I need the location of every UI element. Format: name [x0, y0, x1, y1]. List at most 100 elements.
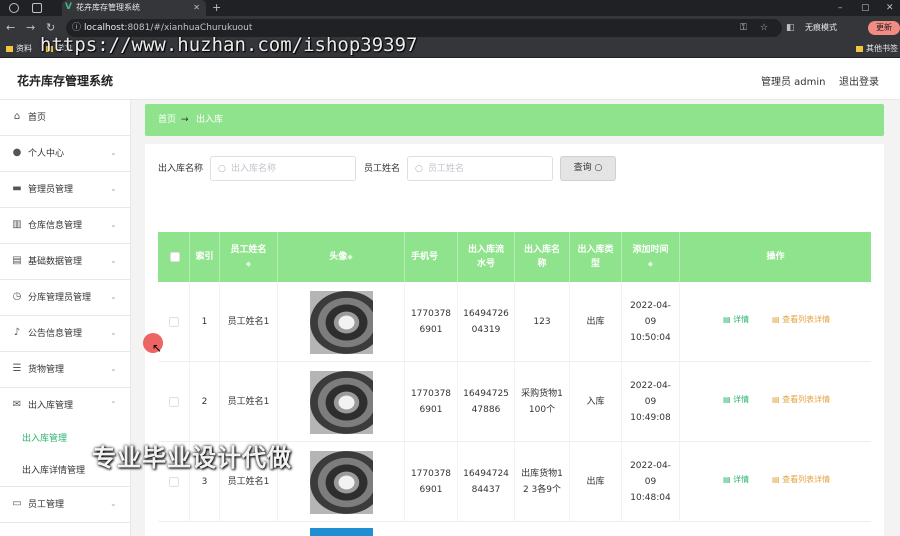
logout-link[interactable]: 退出登录 [839, 73, 879, 88]
search-icon: ○ [415, 164, 423, 174]
row-checkbox[interactable] [169, 397, 179, 407]
sidebar-item-goods[interactable]: ☰ 货物管理 ⌄ [0, 352, 131, 388]
chevron-down-icon: ⌄ [110, 328, 117, 337]
view-list-detail-button[interactable]: ▤ 查看列表详情 [772, 474, 830, 486]
browser-tab[interactable]: V 花卉库存管理系统 ✕ [62, 0, 206, 16]
cell-type: 入库 [570, 362, 622, 442]
sidebar-item-label: 出入库管理 [28, 401, 74, 411]
clock-icon: ◷ [12, 291, 22, 302]
table-row-partial [158, 522, 871, 536]
cell-phone: 17703786901 [405, 442, 458, 522]
sidebar-item-inout[interactable]: ✉ 出入库管理 ⌃ [0, 388, 131, 424]
chevron-up-icon: ⌃ [110, 400, 117, 409]
monitor-icon: ▬ [12, 183, 22, 194]
col-serial[interactable]: 出入库流水号 [458, 232, 515, 282]
cell-time: 2022-04-09 10:50:04 [622, 282, 680, 362]
col-avatar[interactable]: 头像 ◆ [278, 232, 405, 282]
cell-time: 2022-04-09 10:49:08 [622, 362, 680, 442]
chevron-down-icon: ⌄ [110, 148, 117, 157]
avatar [309, 370, 373, 434]
star-icon[interactable]: ☆ [760, 21, 768, 35]
minimize-icon[interactable]: – [838, 0, 843, 16]
back-icon[interactable]: ← [6, 20, 15, 36]
search-label-staff-name: 员工姓名 [364, 164, 401, 174]
search-label-inout-name: 出入库名称 [158, 164, 204, 174]
search-input-staff-name[interactable]: ○ 员工姓名 [407, 156, 553, 181]
query-button[interactable]: 查询 ○ [560, 156, 616, 181]
sidebar-subitem-label: 出入库详情管理 [22, 466, 86, 476]
col-staff-name[interactable]: 员工姓名 ◆ [220, 232, 278, 282]
document-icon: ▤ [12, 255, 22, 266]
cell-phone: 17703786901 [405, 362, 458, 442]
cell-inout-name: 出库货物1 2 3各9个 [515, 442, 570, 522]
new-tab-icon[interactable]: + [212, 0, 221, 16]
sidebar-item-branch-admins[interactable]: ◷ 分库管理员管理 ⌄ [0, 280, 131, 316]
detail-button[interactable]: ▤ 详情 [723, 394, 749, 406]
query-button-label: 查询 [573, 163, 592, 173]
maximize-icon[interactable]: ▢ [861, 0, 870, 16]
cell-type: 出库 [570, 442, 622, 522]
sidebar-item-warehouse[interactable]: ▥ 仓库信息管理 ⌄ [0, 208, 131, 244]
breadcrumb-arrow-icon: → [181, 115, 189, 125]
browser-menu-icon[interactable] [9, 3, 19, 13]
forward-icon[interactable]: → [26, 20, 35, 36]
detail-button[interactable]: ▤ 详情 [723, 474, 749, 486]
breadcrumb: 首页 → 出入库 [145, 104, 884, 136]
sidebar-item-staff[interactable]: ▭ 员工管理 ⌄ [0, 487, 131, 523]
sidebar-item-personal[interactable]: ● 个人中心 ⌄ [0, 136, 131, 172]
cell-staff-name: 员工姓名1 [220, 362, 278, 442]
col-time[interactable]: 添加时间 ◆ [622, 232, 680, 282]
folder-icon [6, 45, 13, 52]
cell-staff-name: 员工姓名1 [220, 282, 278, 362]
sidebar-item-notices[interactable]: ♪ 公告信息管理 ⌄ [0, 316, 131, 352]
view-list-detail-button[interactable]: ▤ 查看列表详情 [772, 394, 830, 406]
cell-inout-name: 123 [515, 282, 570, 362]
select-all-checkbox[interactable] [170, 252, 180, 262]
cell-serial: 1649472484437 [458, 442, 515, 522]
col-type[interactable]: 出入库类型 [570, 232, 622, 282]
app-header: 花卉库存管理系统 管理员 admin 退出登录 [0, 58, 900, 100]
sidepanel-icon[interactable]: ◧ [786, 21, 795, 35]
detail-button[interactable]: ▤ 详情 [723, 314, 749, 326]
sidebar-item-label: 分库管理员管理 [28, 293, 92, 303]
bookmark-item[interactable]: 资料 [6, 42, 32, 56]
mail-icon: ✉ [12, 399, 22, 410]
cell-avatar [278, 442, 405, 522]
cell-index: 1 [190, 282, 220, 362]
row-checkbox[interactable] [169, 477, 179, 487]
search-placeholder: 出入库名称 [231, 164, 277, 174]
chevron-down-icon: ⌄ [110, 184, 117, 193]
sidebar-item-label: 公告信息管理 [28, 329, 83, 339]
cell-serial: 1649472547886 [458, 362, 515, 442]
chevron-down-icon: ⌄ [110, 292, 117, 301]
chevron-down-icon: ⌄ [110, 499, 117, 508]
sidebar-item-basic-data[interactable]: ▤ 基础数据管理 ⌄ [0, 244, 131, 280]
sidebar-item-label: 仓库信息管理 [28, 221, 83, 231]
col-phone[interactable]: 手机号 [405, 232, 458, 282]
search-input-inout-name[interactable]: ○ 出入库名称 [210, 156, 356, 181]
col-inout-name[interactable]: 出入库名称 [515, 232, 570, 282]
app-title: 花卉库存管理系统 [17, 74, 114, 88]
chevron-down-icon: ⌄ [110, 220, 117, 229]
sidebar-item-label: 首页 [28, 113, 47, 123]
row-checkbox[interactable] [169, 317, 179, 327]
cell-serial: 1649472604319 [458, 282, 515, 362]
table-row: 2 员工姓名1 17703786901 1649472547886 采购货物11… [158, 362, 871, 442]
select-all-cell [158, 232, 190, 282]
breadcrumb-home[interactable]: 首页 [158, 115, 176, 126]
user-icon: ● [12, 147, 22, 158]
close-tab-icon[interactable]: ✕ [193, 0, 200, 16]
sidebar-item-admins[interactable]: ▬ 管理员管理 ⌄ [0, 172, 131, 208]
tab-search-icon[interactable] [32, 3, 42, 13]
view-list-detail-button[interactable]: ▤ 查看列表详情 [772, 314, 830, 326]
key-icon[interactable]: ⚿ [740, 21, 747, 35]
update-button[interactable]: 更新 [868, 21, 900, 35]
table-row: 1 员工姓名1 17703786901 1649472604319 123 出库… [158, 282, 871, 362]
bookmark-item[interactable]: 其他书签 [856, 42, 898, 56]
col-index[interactable]: 索引 [190, 232, 220, 282]
cell-avatar [278, 282, 405, 362]
microphone-icon: ♪ [13, 327, 21, 338]
sort-icon: ◆ [647, 260, 654, 268]
close-window-icon[interactable]: ✕ [886, 0, 894, 16]
sidebar-item-home[interactable]: ⌂ 首页 [0, 100, 131, 136]
